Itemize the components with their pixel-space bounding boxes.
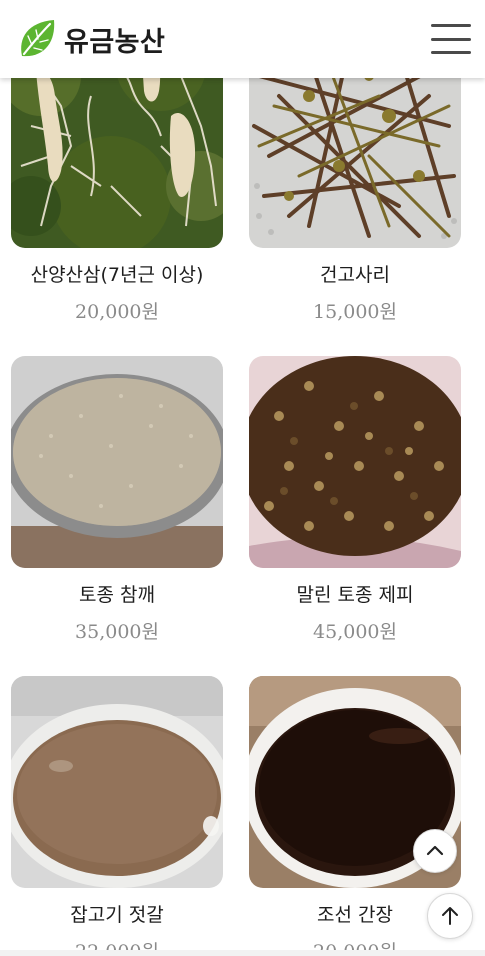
back-to-top-button[interactable] <box>427 893 473 939</box>
sesame-seeds-photo[interactable] <box>11 356 223 568</box>
menu-line <box>431 37 471 41</box>
dried-zanthoxylum-photo[interactable] <box>249 356 461 568</box>
site-header: 유금농산 <box>0 0 485 78</box>
product-card-dried-bracken[interactable]: 건고사리 15,000원 <box>249 36 461 324</box>
product-card-wild-ginseng[interactable]: 산양산삼(7년근 이상) 20,000원 <box>11 36 223 324</box>
product-price: 20,000원 <box>75 301 159 323</box>
bottom-bar <box>0 950 485 956</box>
product-name: 잡고기 젓갈 <box>70 904 164 926</box>
product-price: 45,000원 <box>313 621 397 643</box>
brand-name: 유금농산 <box>64 26 166 58</box>
arrow-up-icon <box>442 907 458 925</box>
fish-sauce-photo[interactable] <box>11 676 223 888</box>
hamburger-menu-icon[interactable] <box>431 24 471 54</box>
product-card-zanthoxylum[interactable]: 말린 토종 제피 45,000원 <box>249 356 461 644</box>
scroll-up-button[interactable] <box>413 829 457 873</box>
menu-line <box>431 51 471 54</box>
product-list-page: 산양산삼(7년근 이상) 20,000원 건고사리 15,000원 토종 참깨 … <box>0 0 485 956</box>
product-card-fish-sauce[interactable]: 잡고기 젓갈 22,000원 <box>11 676 223 956</box>
product-name: 토종 참깨 <box>79 584 155 606</box>
product-price: 15,000원 <box>313 301 397 323</box>
product-name: 산양산삼(7년근 이상) <box>30 264 204 286</box>
chevron-up-icon <box>426 845 444 856</box>
product-name: 말린 토종 제피 <box>296 584 414 606</box>
leaf-icon <box>21 20 55 57</box>
brand-logo-link[interactable]: 유금농산 <box>18 18 165 60</box>
product-price: 35,000원 <box>75 621 159 643</box>
menu-line <box>431 24 471 27</box>
product-name: 건고사리 <box>320 264 390 286</box>
product-card-sesame[interactable]: 토종 참깨 35,000원 <box>11 356 223 644</box>
